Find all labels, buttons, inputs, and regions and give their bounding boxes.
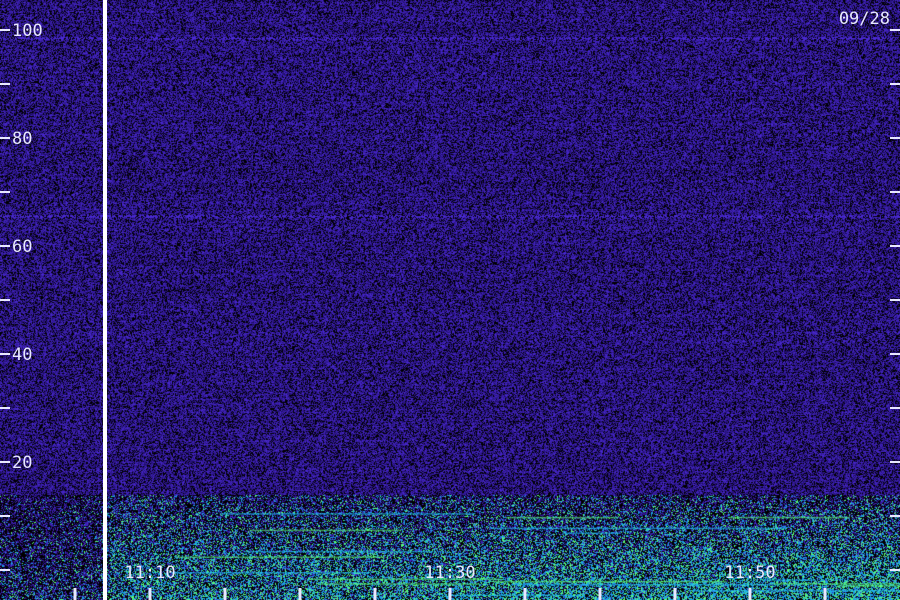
x-time-label: 11:10 (124, 563, 175, 583)
x-axis-ticks (73, 588, 827, 600)
date-label: 09/28 (839, 9, 890, 29)
x-time-label: 11:50 (724, 563, 775, 583)
y-tick-label: 40 (12, 345, 32, 365)
y-tick-label: 20 (12, 453, 32, 473)
y-tick-label: 60 (12, 237, 32, 257)
data-gap-layer (103, 0, 107, 600)
y-tick-label: 80 (12, 129, 32, 149)
y-axis-left: 20 40 60 80 100 (0, 21, 43, 571)
y-axis-right (890, 29, 900, 571)
x-time-label: 11:30 (424, 563, 475, 583)
spectrogram-overlay: 20 40 60 80 100 11:10 11:30 11:50 09/28 (0, 0, 900, 600)
y-tick-label: 100 (12, 21, 43, 41)
data-gap-line (103, 0, 107, 600)
x-axis-labels: 11:10 11:30 11:50 (124, 563, 775, 583)
